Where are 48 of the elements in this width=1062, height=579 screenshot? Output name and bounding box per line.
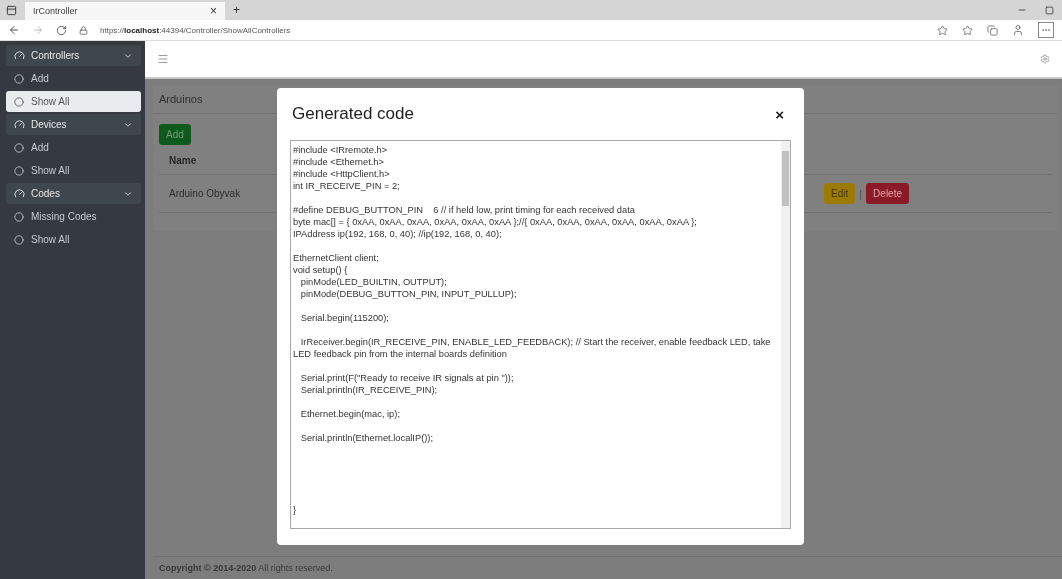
tab-title: IrController <box>33 6 79 16</box>
menu-icon[interactable] <box>157 53 169 65</box>
item-label: Show All <box>31 96 70 107</box>
circle-icon <box>14 234 24 245</box>
group-label: Controllers <box>31 50 81 61</box>
circle-icon <box>14 165 24 176</box>
item-label: Add <box>31 73 49 84</box>
gauge-icon <box>14 50 25 61</box>
circle-icon <box>14 142 24 153</box>
item-label: Add <box>31 142 49 153</box>
delete-button[interactable]: Delete <box>866 183 909 204</box>
browser-tab[interactable]: IrController × <box>25 2 225 20</box>
circle-icon <box>14 211 24 222</box>
settings-icon[interactable] <box>1040 54 1050 64</box>
restore-icon[interactable] <box>1045 5 1054 15</box>
circle-icon <box>14 96 24 107</box>
profile-icon[interactable] <box>1012 24 1024 36</box>
tab-close-button[interactable]: × <box>210 4 217 18</box>
item-label: Show All <box>31 165 70 176</box>
scrollbar[interactable] <box>781 141 790 528</box>
sidebar-item[interactable]: Add <box>6 137 141 158</box>
sidebar-group-header[interactable]: Controllers <box>6 45 141 66</box>
add-favorite-icon[interactable] <box>937 24 948 36</box>
collections-icon[interactable] <box>987 24 998 36</box>
more-button[interactable] <box>1038 22 1054 38</box>
new-tab-button[interactable]: + <box>233 3 240 17</box>
favorites-icon[interactable] <box>962 24 973 36</box>
sidebar-item[interactable]: Show All <box>6 160 141 181</box>
sidebar-item[interactable]: Show All <box>6 229 141 250</box>
tab-actions-icon[interactable] <box>6 4 17 16</box>
sidebar-item[interactable]: Add <box>6 68 141 89</box>
sidebar-item[interactable]: Show All <box>6 91 141 112</box>
table-cell-text: Arduino Obyvak <box>169 188 242 199</box>
sidebar-group-header[interactable]: Codes <box>6 183 141 204</box>
circle-icon <box>14 73 24 84</box>
sidebar-item[interactable]: Missing Codes <box>6 206 141 227</box>
lock-icon <box>79 25 88 35</box>
address-field[interactable]: https://localhost:44394/Controller/ShowAllControllers <box>100 25 291 35</box>
separator: | <box>859 187 863 200</box>
refresh-icon[interactable] <box>56 24 67 36</box>
sidebar-group-header[interactable]: Devices <box>6 114 141 135</box>
gauge-icon <box>14 119 25 130</box>
item-label: Show All <box>31 234 70 245</box>
back-icon[interactable] <box>8 24 20 36</box>
gauge-icon <box>14 188 25 199</box>
group-label: Codes <box>31 188 61 199</box>
item-label: Missing Codes <box>31 211 97 222</box>
group-label: Devices <box>31 119 68 130</box>
